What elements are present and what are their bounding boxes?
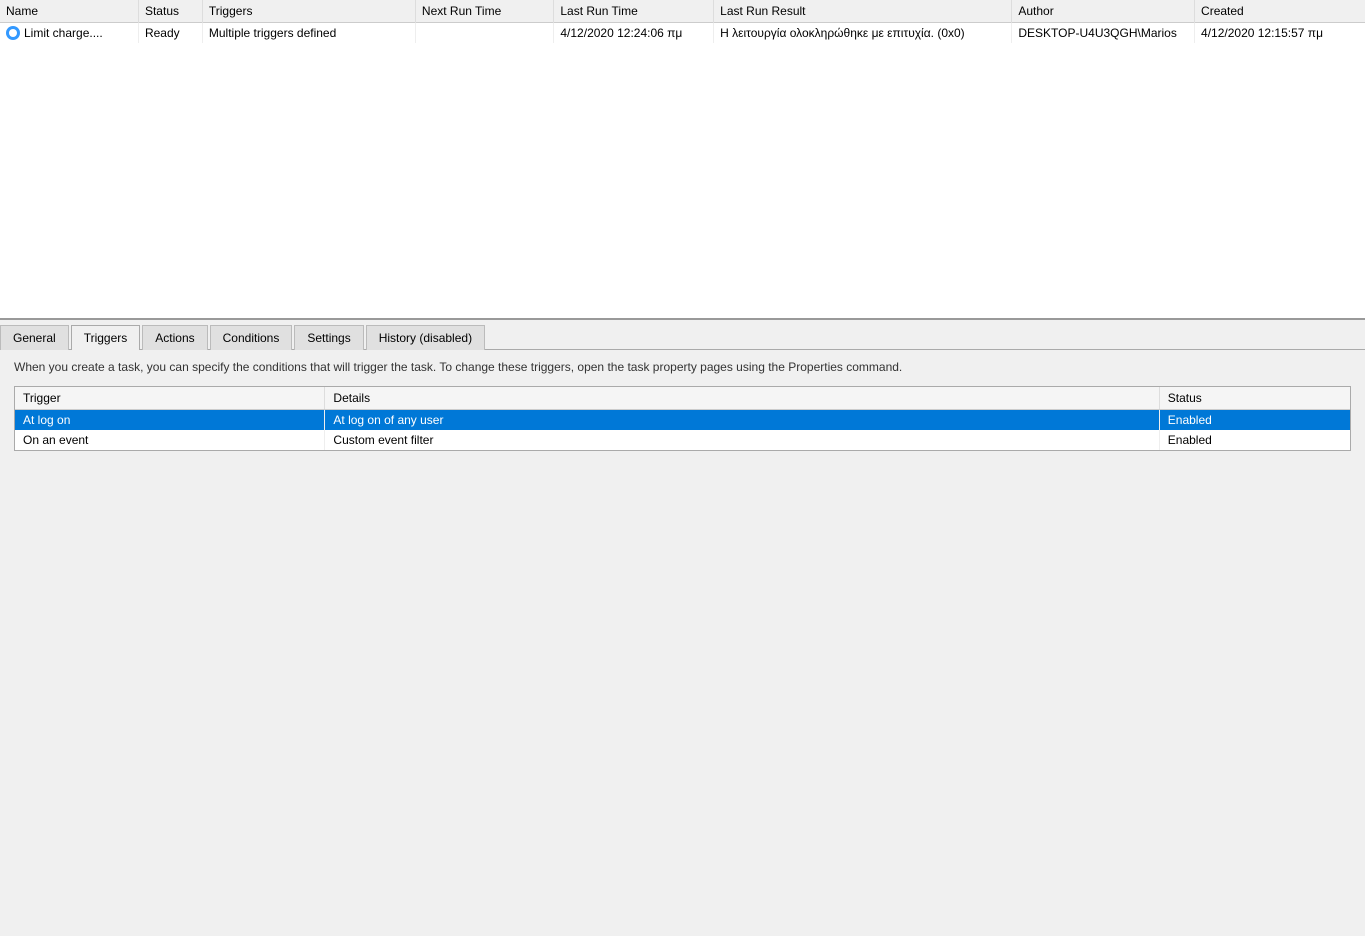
col-header-next-run-time[interactable]: Next Run Time: [415, 0, 553, 23]
trigger-row-1-status: Enabled: [1159, 430, 1350, 450]
cell-last-run-result: Η λειτουργία ολοκληρώθηκε με επιτυχία. (…: [714, 23, 1012, 44]
trigger-row-0[interactable]: At log on At log on of any user Enabled: [15, 410, 1350, 431]
cell-status: Ready: [138, 23, 202, 44]
bottom-pane: General Triggers Actions Conditions Sett…: [0, 320, 1365, 936]
trigger-table-wrapper: Trigger Details Status At log on At log …: [14, 386, 1351, 451]
top-task-pane: Name Status Triggers Next Run Time Last …: [0, 0, 1365, 320]
tab-conditions[interactable]: Conditions: [210, 325, 293, 350]
cell-name: Limit charge....: [0, 23, 138, 44]
tab-actions[interactable]: Actions: [142, 325, 207, 350]
trigger-row-1-details: Custom event filter: [325, 430, 1159, 450]
tab-content-triggers: When you create a task, you can specify …: [0, 350, 1365, 936]
col-header-status[interactable]: Status: [138, 0, 202, 23]
trigger-row-0-status: Enabled: [1159, 410, 1350, 431]
col-header-last-run-time[interactable]: Last Run Time: [554, 0, 714, 23]
trigger-row-0-details: At log on of any user: [325, 410, 1159, 431]
trigger-row-1[interactable]: On an event Custom event filter Enabled: [15, 430, 1350, 450]
tab-general[interactable]: General: [0, 325, 69, 350]
trigger-table: Trigger Details Status At log on At log …: [15, 387, 1350, 450]
col-header-last-run-result[interactable]: Last Run Result: [714, 0, 1012, 23]
cell-created: 4/12/2020 12:15:57 πμ: [1195, 23, 1365, 44]
trigger-row-1-trigger: On an event: [15, 430, 325, 450]
cell-author: DESKTOP-U4U3QGH\Marios: [1012, 23, 1195, 44]
trigger-col-header-details: Details: [325, 387, 1159, 410]
cell-last-run-time: 4/12/2020 12:24:06 πμ: [554, 23, 714, 44]
tab-triggers[interactable]: Triggers: [71, 325, 141, 350]
triggers-description: When you create a task, you can specify …: [14, 360, 1351, 374]
table-row[interactable]: Limit charge.... Ready Multiple triggers…: [0, 23, 1365, 44]
col-header-created[interactable]: Created: [1195, 0, 1365, 23]
col-header-author[interactable]: Author: [1012, 0, 1195, 23]
tab-history[interactable]: History (disabled): [366, 325, 485, 350]
cell-next-run-time: [415, 23, 553, 44]
col-header-name[interactable]: Name: [0, 0, 138, 23]
cell-triggers: Multiple triggers defined: [202, 23, 415, 44]
trigger-col-header-status: Status: [1159, 387, 1350, 410]
task-table: Name Status Triggers Next Run Time Last …: [0, 0, 1365, 43]
task-name-text: Limit charge....: [24, 26, 103, 40]
trigger-col-header-trigger: Trigger: [15, 387, 325, 410]
trigger-row-0-trigger: At log on: [15, 410, 325, 431]
task-status-icon: [6, 26, 20, 40]
col-header-triggers[interactable]: Triggers: [202, 0, 415, 23]
tabs-bar: General Triggers Actions Conditions Sett…: [0, 320, 1365, 350]
tab-settings[interactable]: Settings: [294, 325, 363, 350]
